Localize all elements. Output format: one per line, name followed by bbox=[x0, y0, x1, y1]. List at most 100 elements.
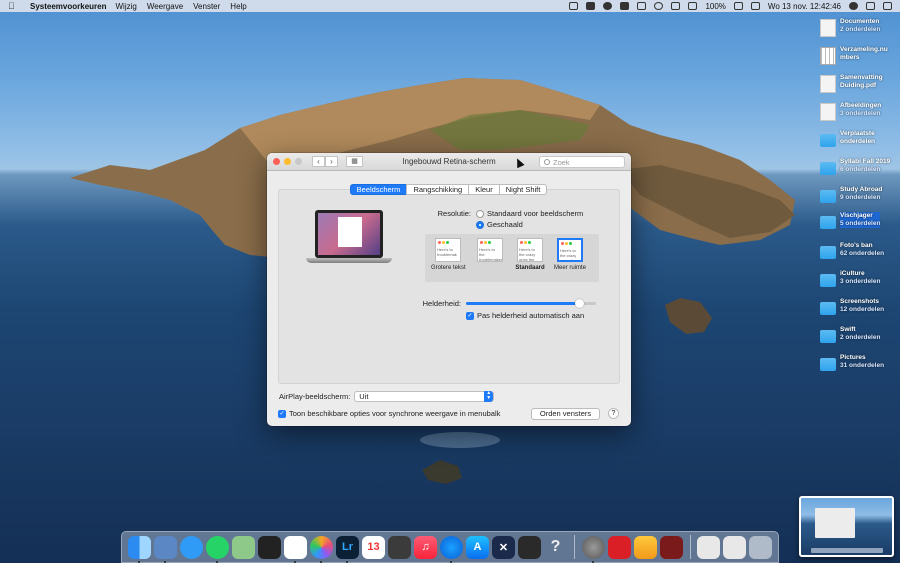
minimized-window-2-icon[interactable] bbox=[723, 535, 746, 559]
desktop-item-verzameling[interactable]: Verzameling.nu mbers bbox=[820, 46, 896, 72]
help-glyph: ? bbox=[550, 538, 561, 555]
brightness-knob[interactable] bbox=[574, 299, 584, 308]
battery-icon[interactable] bbox=[733, 2, 743, 10]
dock-separator bbox=[689, 535, 690, 559]
desktop-item-documenten[interactable]: Documenten 2 onderdelen bbox=[820, 18, 896, 44]
menu-weergave[interactable]: Weergave bbox=[147, 2, 183, 11]
dock-separator bbox=[574, 535, 575, 559]
tab-kleur[interactable]: Kleur bbox=[468, 184, 500, 195]
script-editor-icon[interactable] bbox=[388, 535, 411, 559]
resolution-scaled-option[interactable]: Geschaald bbox=[476, 220, 523, 229]
lightroom-icon[interactable]: Lr bbox=[336, 535, 359, 563]
desktop-item-samenvatting[interactable]: Samenvatting Duiding.pdf bbox=[820, 74, 896, 100]
desktop-item-screenshots[interactable]: Screenshots 12 onderdelen bbox=[820, 298, 896, 324]
preview-icon[interactable] bbox=[154, 535, 177, 563]
tab-rangschikking[interactable]: Rangschikking bbox=[406, 184, 470, 195]
stocks-icon[interactable] bbox=[258, 535, 281, 559]
calendar-icon[interactable]: 13 bbox=[362, 535, 385, 559]
desktop-item-study-abroad[interactable]: Study Abroad 9 onderdelen bbox=[820, 186, 896, 212]
spotlight-icon[interactable] bbox=[866, 2, 875, 10]
messages-icon[interactable] bbox=[180, 535, 203, 559]
sketch-icon[interactable] bbox=[633, 535, 657, 559]
menu-wijzig[interactable]: Wijzig bbox=[115, 2, 136, 11]
desktop-item-title: iCulture bbox=[840, 270, 865, 277]
desktop-item-fotos-ban[interactable]: Foto's ban 62 onderdelen bbox=[820, 242, 896, 268]
resolution-scaled-radio[interactable] bbox=[476, 220, 484, 229]
resolution-default-radio[interactable] bbox=[476, 209, 484, 218]
slack-icon[interactable] bbox=[284, 535, 307, 563]
desktop-item-subtitle: 3 onderdelen bbox=[840, 110, 881, 117]
lightroom-label: Lr bbox=[342, 541, 353, 553]
resolution-default-option[interactable]: Standaard voor beeldscherm bbox=[476, 209, 583, 218]
mirroring-option[interactable]: ✓ Toon beschikbare opties voor synchrone… bbox=[278, 409, 500, 418]
music-icon[interactable]: ♫ bbox=[414, 535, 437, 559]
help-icon[interactable]: ? bbox=[544, 536, 567, 559]
scale-option-2[interactable]: Here's to the troublemakers adven bbox=[473, 238, 507, 265]
maps-icon[interactable] bbox=[232, 535, 255, 559]
menu-app-name[interactable]: Systeemvoorkeuren bbox=[30, 2, 106, 11]
wifi-icon[interactable] bbox=[654, 2, 664, 10]
notification-center-icon[interactable] bbox=[883, 2, 892, 10]
menubar-clock[interactable]: Wo 13 nov. 12:42:46 bbox=[768, 2, 841, 11]
xcode-icon[interactable]: ✕ bbox=[492, 535, 515, 559]
forward-button[interactable]: › bbox=[325, 156, 338, 167]
desktop-item-iculture[interactable]: iCulture 3 onderdelen bbox=[820, 270, 896, 296]
minimize-button[interactable] bbox=[284, 158, 291, 165]
photo-booth-icon[interactable] bbox=[659, 535, 683, 559]
whatsapp-icon[interactable] bbox=[206, 535, 229, 563]
time-machine-icon[interactable] bbox=[637, 2, 647, 10]
auto-brightness-option[interactable]: ✓ Pas helderheid automatisch aan bbox=[466, 311, 584, 320]
safari-icon[interactable] bbox=[440, 535, 463, 563]
app-store-icon[interactable]: A bbox=[466, 535, 489, 559]
search-field[interactable]: Zoek bbox=[539, 156, 625, 168]
user-avatar-icon[interactable] bbox=[849, 2, 858, 10]
scale-more-space[interactable]: Here's to the crazy ones, the misfits, t… bbox=[553, 238, 587, 271]
tab-beeldscherm[interactable]: Beeldscherm bbox=[349, 184, 408, 195]
folder-icon bbox=[820, 190, 836, 203]
display-icon[interactable] bbox=[569, 2, 579, 10]
desktop-item-verplaatste[interactable]: Verplaatste onderdelen bbox=[820, 130, 896, 156]
auto-brightness-checkbox[interactable]: ✓ bbox=[466, 311, 474, 320]
trash-icon[interactable] bbox=[749, 535, 772, 559]
screenshot-preview-thumbnail[interactable] bbox=[799, 496, 894, 557]
finder-icon[interactable] bbox=[128, 535, 151, 563]
menu-venster[interactable]: Venster bbox=[193, 2, 220, 11]
brightness-slider[interactable] bbox=[466, 299, 596, 308]
desktop-item-swift[interactable]: Swift 2 onderdelen bbox=[820, 326, 896, 352]
camera-icon[interactable] bbox=[586, 2, 596, 10]
window-titlebar[interactable]: ‹ › ▦ Ingebouwd Retina-scherm Zoek bbox=[267, 153, 631, 171]
zoom-button[interactable] bbox=[295, 158, 302, 165]
volume-icon[interactable] bbox=[688, 2, 698, 10]
scale-sample-text: Here's to the troublemakers adven bbox=[479, 247, 503, 262]
creative-cloud-icon[interactable] bbox=[607, 535, 631, 559]
scale-larger-text[interactable]: Here's to troublemak Grotere tekst bbox=[431, 238, 466, 271]
desktop-item-vischjager[interactable]: Vischjager 5 onderdelen bbox=[820, 212, 896, 238]
battery-percentage[interactable]: 100% bbox=[705, 2, 725, 11]
scrivener-icon[interactable] bbox=[518, 535, 541, 559]
show-all-grid-icon[interactable]: ▦ bbox=[346, 156, 363, 167]
help-button[interactable]: ? bbox=[608, 408, 619, 419]
mirroring-checkbox[interactable]: ✓ bbox=[278, 409, 286, 418]
desktop-item-title: Vischjager bbox=[840, 212, 873, 219]
airplay-icon[interactable] bbox=[671, 2, 681, 10]
tab-night-shift[interactable]: Night Shift bbox=[498, 184, 548, 195]
desktop-item-syllabi[interactable]: Syllabi Fall 2019 6 onderdelen bbox=[820, 158, 896, 184]
desktop-item-pictures[interactable]: Pictures 31 onderdelen bbox=[820, 354, 896, 380]
back-button[interactable]: ‹ bbox=[312, 156, 325, 167]
system-preferences-icon[interactable] bbox=[581, 535, 605, 563]
folder-icon bbox=[820, 216, 836, 229]
photos-icon[interactable] bbox=[310, 535, 333, 563]
dropbox-icon[interactable] bbox=[620, 2, 630, 10]
arrange-windows-button[interactable]: Orden vensters bbox=[531, 408, 600, 420]
close-button[interactable] bbox=[273, 158, 280, 165]
apple-menu-icon[interactable]:  bbox=[8, 1, 20, 11]
calendar-day: 13 bbox=[367, 541, 380, 553]
desktop-item-afbeeldingen[interactable]: Afbeeldingen 3 onderdelen bbox=[820, 102, 896, 128]
flag-icon[interactable] bbox=[750, 2, 760, 10]
menu-help[interactable]: Help bbox=[230, 2, 246, 11]
minimized-window-1-icon[interactable] bbox=[697, 535, 720, 559]
activity-icon[interactable] bbox=[603, 2, 613, 10]
airplay-select[interactable]: Uit ▲ ▼ bbox=[354, 391, 495, 402]
scale-default[interactable]: Here's to the crazy ones the misfits Sta… bbox=[513, 238, 547, 271]
folder-icon bbox=[820, 134, 836, 147]
